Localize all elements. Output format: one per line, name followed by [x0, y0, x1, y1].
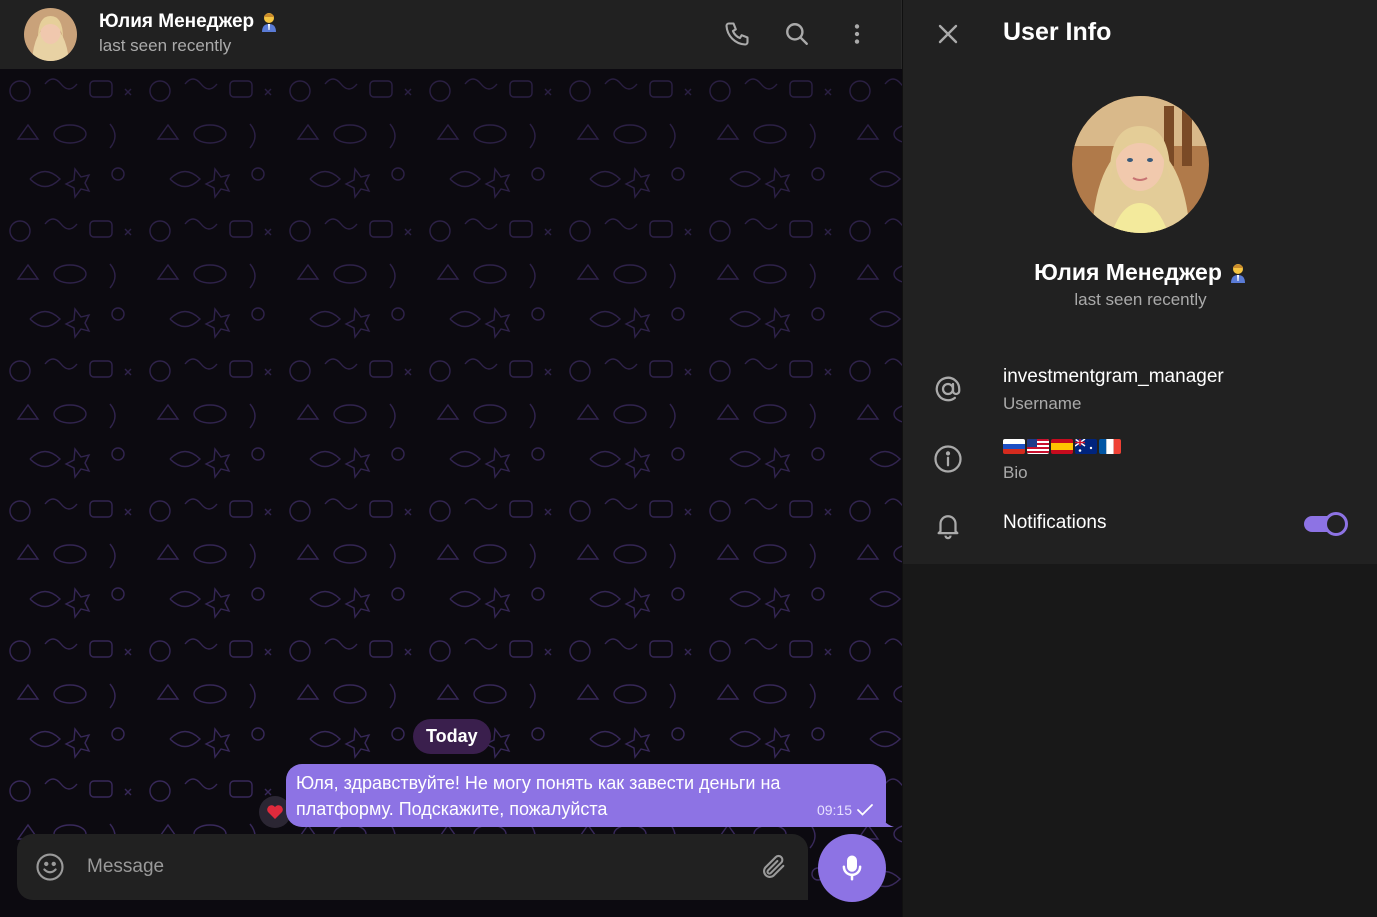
- outgoing-message[interactable]: Юля, здравствуйте! Не могу понять как за…: [286, 764, 886, 827]
- france-flag-icon: [1099, 439, 1121, 454]
- message-tail: [880, 813, 894, 827]
- sent-check-icon: [857, 804, 873, 816]
- username-label: Username: [1003, 394, 1082, 413]
- man-office-worker-emoji-icon: [262, 13, 277, 32]
- date-separator: Today: [413, 719, 491, 754]
- bio-flags: [1003, 439, 1121, 454]
- close-info-button[interactable]: [928, 14, 968, 54]
- contact-avatar[interactable]: [24, 8, 77, 61]
- search-button[interactable]: [777, 14, 817, 54]
- profile-status: last seen recently: [1074, 290, 1207, 309]
- message-text-line-1: Юля, здравствуйте! Не могу понять как за…: [296, 773, 781, 793]
- more-vertical-icon: [854, 24, 860, 44]
- info-title: User Info: [1003, 18, 1112, 46]
- chat-header[interactable]: Юлия Менеджер last seen recently: [0, 0, 902, 69]
- voice-record-button[interactable]: [818, 834, 886, 902]
- message-time: 09:15: [816, 802, 852, 818]
- at-sign-icon: [931, 372, 965, 406]
- contact-name: Юлия Менеджер: [99, 11, 255, 32]
- message-composer: [17, 834, 808, 900]
- message-input[interactable]: [85, 834, 745, 900]
- microphone-icon: [842, 855, 862, 881]
- close-icon: [938, 24, 958, 44]
- notifications-toggle[interactable]: [1304, 512, 1348, 536]
- profile-avatar[interactable]: [1072, 96, 1209, 233]
- heart-icon: [267, 805, 283, 819]
- more-options-button[interactable]: [837, 14, 877, 54]
- australia-flag-icon: [1075, 439, 1097, 454]
- info-circle-icon: [931, 442, 965, 476]
- man-office-worker-emoji-icon: [1230, 263, 1245, 283]
- contact-status: last seen recently: [99, 36, 232, 55]
- telegram-window: Юлия Менеджер last seen recently Today Ю…: [0, 0, 1377, 917]
- smiley-icon: [36, 853, 64, 881]
- search-icon: [786, 23, 808, 45]
- username-value: investmentgram_manager: [1003, 366, 1224, 387]
- bio-row[interactable]: Bio: [903, 430, 1377, 490]
- call-button[interactable]: [717, 14, 757, 54]
- usa-flag-icon: [1027, 439, 1049, 454]
- message-meta: 09:15: [817, 797, 874, 823]
- attach-button[interactable]: [758, 851, 790, 883]
- user-info-card: User Info Юлия Менеджер last seen recent…: [903, 0, 1377, 564]
- message-text-line-2: платформу. Подскажите, пожалуйста: [296, 799, 608, 819]
- username-row[interactable]: investmentgram_manager Username: [903, 360, 1377, 420]
- paperclip-icon: [763, 854, 785, 878]
- profile-name-row: Юлия Менеджер: [903, 259, 1377, 286]
- phone-icon: [725, 22, 749, 46]
- bio-label: Bio: [1003, 463, 1028, 482]
- contact-info[interactable]: Юлия Менеджер last seen recently: [99, 10, 278, 56]
- bell-icon: [931, 508, 965, 542]
- profile-name: Юлия Менеджер: [1034, 259, 1222, 285]
- spain-flag-icon: [1051, 439, 1073, 454]
- notifications-label: Notifications: [1003, 512, 1107, 533]
- toggle-knob: [1324, 512, 1348, 536]
- russia-flag-icon: [1003, 439, 1025, 454]
- user-info-pane: User Info Юлия Менеджер last seen recent…: [902, 0, 1377, 917]
- emoji-button[interactable]: [34, 851, 66, 883]
- chat-pane: Юлия Менеджер last seen recently Today Ю…: [0, 0, 902, 917]
